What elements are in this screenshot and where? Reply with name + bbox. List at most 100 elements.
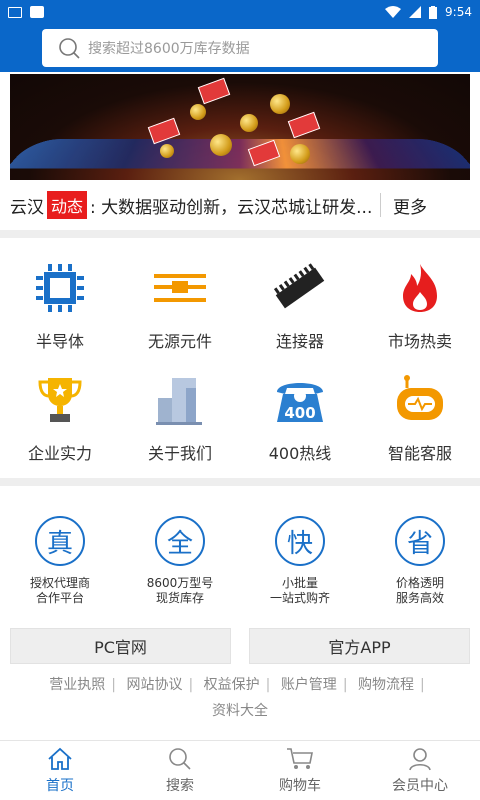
category-company-strength[interactable]: 企业实力 [0, 370, 120, 464]
feature-row: 真 授权代理商 合作平台 全 8600万型号 现货库存 快 小批量 一站式购齐 … [0, 486, 480, 628]
feature-text: 现货库存 [155, 591, 204, 605]
tab-search[interactable]: 搜索 [120, 741, 240, 800]
section-divider [0, 230, 480, 238]
divider [380, 193, 382, 217]
tab-home[interactable]: 首页 [0, 741, 120, 800]
link-rights-protection[interactable]: 权益保护 [204, 677, 260, 693]
signal-icon [409, 6, 422, 18]
building-icon [150, 370, 210, 430]
link-separator: | [188, 677, 194, 693]
search-icon [169, 747, 191, 770]
feature-text: 一站式购齐 [269, 591, 330, 605]
feature-complete: 全 8600万型号 现货库存 [120, 516, 240, 606]
news-ticker[interactable]: 云汉 动态 : 大数据驱动创新，云汉芯城让研发... 更多 [10, 180, 470, 230]
site-buttons: PC官网 官方APP [0, 628, 480, 664]
feature-text: 服务高效 [395, 591, 444, 605]
coin-image [290, 144, 310, 164]
svg-text:400: 400 [284, 404, 315, 422]
official-app-button[interactable]: 官方APP [249, 628, 470, 664]
feature-badge: 全 [155, 516, 205, 566]
news-headline[interactable]: : 大数据驱动创新，云汉芯城让研发... [90, 193, 372, 218]
link-resources[interactable]: 资料大全 [212, 703, 268, 719]
gallery-notification-icon [8, 6, 22, 18]
feature-text: 合作平台 [35, 591, 84, 605]
link-business-license[interactable]: 营业执照 [49, 677, 105, 693]
feature-text: 价格透明 [395, 576, 444, 590]
tab-member[interactable]: 会员中心 [360, 741, 480, 800]
category-hot-sale[interactable]: 市场热卖 [360, 258, 480, 352]
feature-text: 授权代理商 [29, 576, 90, 590]
category-passive[interactable]: 无源元件 [120, 258, 240, 352]
resistor-icon [150, 258, 210, 318]
notification-icon [30, 6, 44, 18]
footer-links: 营业执照 | 网站协议 | 权益保护 | 账户管理 | 购物流程 | 资料大全 [0, 664, 480, 724]
category-label: 智能客服 [387, 444, 452, 463]
category-grid: 半导体 无源元件 连接器 市场热卖 企业实力 关于我们 400 400热线 智能… [0, 238, 480, 472]
status-bar: 9:54 [0, 0, 480, 24]
coin-image [160, 144, 174, 158]
header: 搜索超过8600万库存数据 [0, 24, 480, 72]
link-account-management[interactable]: 账户管理 [281, 677, 337, 693]
tab-label: 首页 [46, 777, 74, 794]
category-label: 半导体 [35, 332, 84, 351]
more-link[interactable]: 更多 [393, 193, 427, 218]
category-smart-service[interactable]: 智能客服 [360, 370, 480, 464]
category-semiconductor[interactable]: 半导体 [0, 258, 120, 352]
banknote-image [197, 77, 231, 105]
coin-image [210, 134, 232, 156]
phone-icon: 400 [270, 370, 330, 430]
connector-icon [270, 258, 330, 318]
tab-bar: 首页 搜索 购物车 会员中心 [0, 740, 480, 800]
feature-authorized: 真 授权代理商 合作平台 [0, 516, 120, 606]
news-brand: 云汉 [10, 197, 44, 218]
tab-label: 搜索 [166, 777, 194, 794]
category-label: 无源元件 [147, 332, 212, 351]
feature-badge: 省 [395, 516, 445, 566]
search-placeholder: 搜索超过8600万库存数据 [88, 41, 250, 57]
feature-text: 8600万型号 [146, 576, 214, 590]
category-label: 市场热卖 [387, 332, 452, 351]
flame-icon [390, 258, 450, 318]
tab-label: 会员中心 [392, 777, 448, 794]
user-icon [409, 747, 431, 770]
cart-icon [287, 747, 313, 769]
wifi-icon [385, 6, 402, 18]
link-separator: | [265, 677, 271, 693]
link-separator: | [342, 677, 348, 693]
robot-icon [390, 370, 450, 430]
section-divider [0, 478, 480, 486]
battery-icon [429, 5, 438, 19]
news-tag: 动态 [47, 191, 88, 219]
category-hotline[interactable]: 400 400热线 [240, 370, 360, 464]
feature-badge: 真 [35, 516, 85, 566]
coin-image [240, 114, 258, 132]
trophy-icon [30, 370, 90, 430]
coin-image [270, 94, 290, 114]
link-separator: | [111, 677, 117, 693]
tab-cart[interactable]: 购物车 [240, 741, 360, 800]
pc-site-button[interactable]: PC官网 [10, 628, 231, 664]
category-connector[interactable]: 连接器 [240, 258, 360, 352]
phone-image [10, 139, 470, 169]
link-site-agreement[interactable]: 网站协议 [126, 677, 182, 693]
feature-save: 省 价格透明 服务高效 [360, 516, 480, 606]
coin-image [190, 104, 206, 120]
banknote-image [287, 111, 321, 139]
category-label: 关于我们 [147, 444, 212, 463]
promo-banner[interactable] [10, 74, 470, 180]
category-label: 连接器 [275, 332, 324, 351]
link-purchase-flow[interactable]: 购物流程 [358, 677, 414, 693]
category-label: 企业实力 [27, 444, 92, 463]
feature-text: 小批量 [281, 576, 318, 590]
feature-fast: 快 小批量 一站式购齐 [240, 516, 360, 606]
clock: 9:54 [445, 5, 472, 19]
search-icon [59, 38, 80, 59]
feature-badge: 快 [275, 516, 325, 566]
tab-label: 购物车 [279, 777, 321, 794]
chip-icon [30, 258, 90, 318]
search-input[interactable]: 搜索超过8600万库存数据 [42, 29, 438, 67]
category-label: 400热线 [268, 444, 332, 463]
link-separator: | [419, 677, 425, 693]
home-icon [48, 747, 72, 770]
category-about-us[interactable]: 关于我们 [120, 370, 240, 464]
